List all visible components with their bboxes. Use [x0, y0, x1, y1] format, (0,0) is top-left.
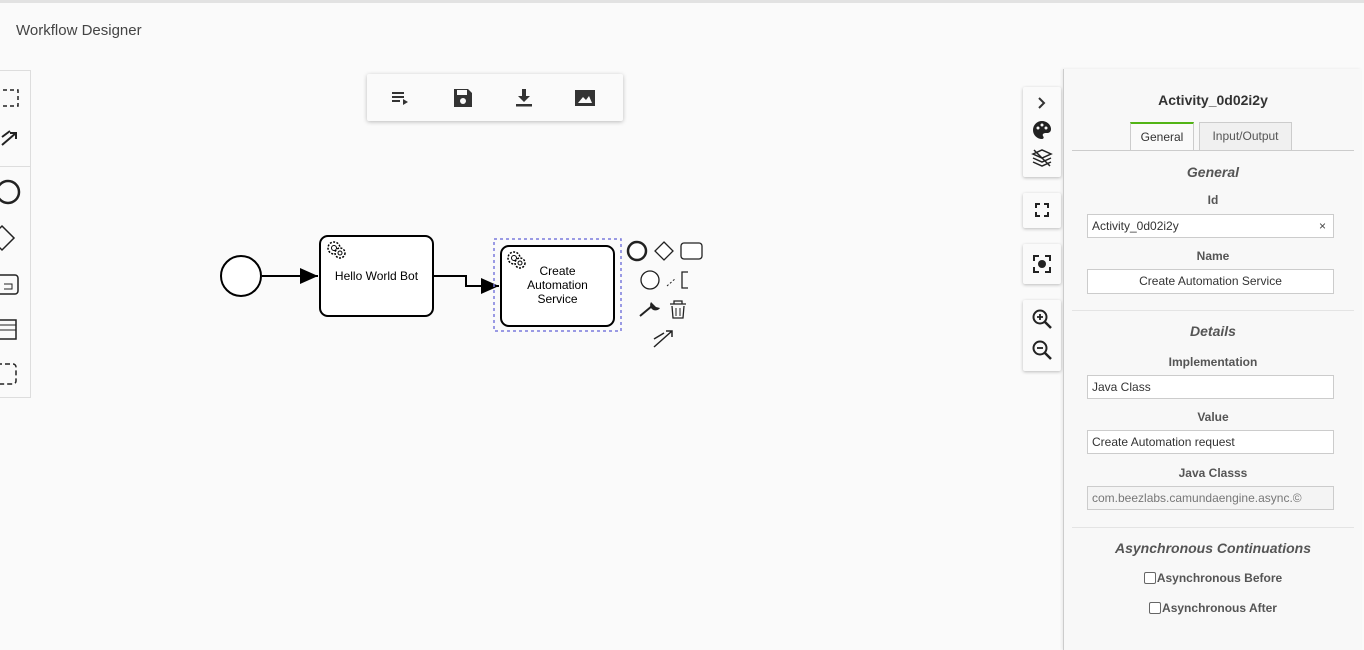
java-class-field[interactable]: com.beezlabs.camundaengine.async.© [1087, 486, 1334, 510]
task-icon[interactable] [0, 270, 28, 300]
async-after-label: Asynchronous After [1162, 601, 1277, 615]
name-field[interactable]: Create Automation Service [1087, 269, 1334, 294]
list-icon[interactable] [389, 86, 413, 110]
value-field[interactable]: Create Automation request [1087, 430, 1334, 454]
chevron-right-icon[interactable] [1030, 91, 1054, 115]
fullscreen-group [1023, 193, 1061, 228]
tabs-divider [1072, 150, 1354, 151]
connect-tool-icon[interactable] [0, 123, 28, 153]
group-title-general: General [1186, 164, 1240, 180]
implementation-label: Implementation [1168, 355, 1258, 369]
append-intermediate-event-icon[interactable] [640, 270, 660, 290]
async-before-row: Asynchronous Before [1064, 571, 1362, 585]
panel-title: Activity_0d02i2y [1158, 92, 1268, 108]
id-value: Activity_0d02i2y [1092, 219, 1179, 233]
task-label-line: Service [537, 292, 578, 306]
gateway-icon[interactable] [0, 223, 28, 253]
focus-group [1023, 244, 1061, 284]
focus-icon[interactable] [1030, 252, 1054, 276]
data-store-icon[interactable] [0, 315, 28, 345]
lasso-tool-icon[interactable] [0, 84, 28, 114]
async-before-checkbox[interactable] [1143, 572, 1156, 584]
start-event[interactable] [220, 255, 262, 297]
diagram-toolbar [367, 74, 623, 121]
app-title: Workflow Designer [16, 22, 142, 39]
end-event-icon[interactable] [0, 177, 28, 207]
java-class-label: Java Classs [1178, 466, 1248, 480]
tool-palette [0, 70, 31, 398]
async-after-checkbox[interactable] [1149, 602, 1162, 614]
properties-panel: Activity_0d02i2y General Input/Output Ge… [1063, 69, 1361, 650]
image-icon[interactable] [573, 86, 597, 110]
implementation-select[interactable]: Java Class [1087, 375, 1334, 399]
top-border [0, 0, 1364, 3]
tab-input-output[interactable]: Input/Output [1199, 122, 1292, 151]
fullscreen-icon[interactable] [1030, 198, 1054, 222]
group-icon[interactable] [0, 359, 28, 389]
palette-icon[interactable] [1030, 118, 1054, 142]
append-end-event-icon[interactable] [626, 240, 648, 262]
async-after-row: Asynchronous After [1064, 601, 1362, 615]
task-label: Create Automation Service [501, 254, 614, 316]
id-field[interactable]: Activity_0d02i2y × [1087, 214, 1334, 238]
tab-general[interactable]: General [1130, 122, 1194, 151]
group-separator [1072, 527, 1354, 528]
value-label: Value [1197, 410, 1229, 424]
async-before-label: Asynchronous Before [1156, 571, 1283, 585]
panel-tools-group [1023, 87, 1061, 177]
layers-icon[interactable] [1030, 146, 1054, 170]
id-label: Id [1207, 193, 1219, 207]
group-title-async: Asynchronous Continuations [1115, 540, 1311, 556]
palette-separator [0, 166, 30, 167]
download-icon[interactable] [512, 86, 536, 110]
append-task-icon[interactable] [680, 242, 703, 260]
task-label: Hello World Bot [334, 269, 419, 283]
save-icon[interactable] [451, 86, 475, 110]
clear-icon[interactable]: × [1319, 215, 1326, 237]
zoom-group [1023, 300, 1061, 371]
zoom-in-icon[interactable] [1030, 307, 1054, 331]
group-separator [1072, 310, 1354, 311]
name-label: Name [1196, 249, 1230, 263]
zoom-out-icon[interactable] [1030, 338, 1054, 362]
group-title-details: Details [1190, 323, 1236, 339]
task-label-line: Create [539, 264, 576, 278]
task-label-line: Automation [527, 278, 588, 292]
